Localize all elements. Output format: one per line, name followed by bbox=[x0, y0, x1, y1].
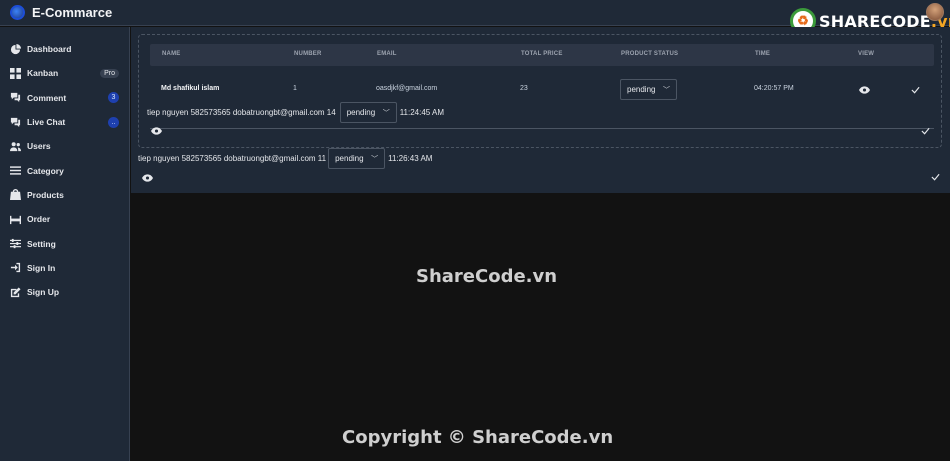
column-header-product-status: PRODUCT STATUS bbox=[621, 51, 679, 57]
table-header: NAME NUMBER EMAIL TOTAL PRICE PRODUCT ST… bbox=[150, 44, 934, 66]
eye-icon[interactable] bbox=[859, 86, 870, 94]
status-select[interactable]: pending ﹀ bbox=[339, 102, 397, 123]
row-number: 1 bbox=[293, 85, 297, 92]
users-icon bbox=[10, 141, 21, 152]
chevron-down-icon: ﹀ bbox=[663, 86, 670, 94]
count-badge: 3 bbox=[108, 92, 119, 104]
status-select[interactable]: pending ﹀ bbox=[620, 79, 677, 100]
sidebar-item-order[interactable]: Order bbox=[0, 207, 129, 231]
chevron-down-icon: ﹀ bbox=[382, 109, 390, 117]
order-info: tiep nguyen 582573565 dobatruongbt@gmail… bbox=[147, 108, 336, 117]
sidebar-item-comment[interactable]: Comment 3 bbox=[0, 86, 129, 110]
sidebar-item-label: Sign Up bbox=[27, 287, 60, 298]
column-header-total-price: TOTAL PRICE bbox=[521, 51, 563, 57]
chevron-down-icon: ﹀ bbox=[371, 155, 379, 163]
orders-panel: NAME NUMBER EMAIL TOTAL PRICE PRODUCT ST… bbox=[131, 27, 950, 193]
comment-icon bbox=[10, 92, 21, 103]
row-total-price: 23 bbox=[520, 85, 528, 92]
dashboard-icon bbox=[10, 43, 21, 55]
kanban-icon bbox=[10, 67, 21, 79]
order-info: tiep nguyen 582573565 dobatruongbt@gmail… bbox=[138, 154, 327, 163]
setting-icon bbox=[10, 238, 21, 249]
category-icon bbox=[10, 165, 21, 176]
chat-icon bbox=[10, 117, 21, 128]
column-header-time: TIME bbox=[755, 51, 771, 57]
orders-table-container: NAME NUMBER EMAIL TOTAL PRICE PRODUCT ST… bbox=[138, 34, 942, 148]
status-select-value: pending bbox=[627, 85, 656, 94]
sidebar-item-label: Comment bbox=[27, 92, 67, 103]
sidebar: Dashboard Kanban Pro Comment 3 Live Chat… bbox=[0, 27, 130, 461]
status-badge: .. bbox=[108, 116, 119, 128]
column-header-view: VIEW bbox=[858, 51, 875, 57]
avatar[interactable] bbox=[926, 3, 944, 21]
sign-in-icon bbox=[10, 262, 21, 273]
top-bar: E-Commarce ♻ SHARECODE.vn bbox=[0, 0, 950, 34]
sign-up-icon bbox=[10, 287, 21, 298]
order-time: 11:24:45 AM bbox=[399, 108, 445, 117]
sidebar-item-sign-in[interactable]: Sign In bbox=[0, 256, 129, 280]
status-select-value: pending bbox=[335, 154, 364, 163]
watermark-text: ShareCode.vn bbox=[416, 266, 558, 287]
order-icon bbox=[10, 214, 21, 225]
pro-badge: Pro bbox=[100, 68, 119, 78]
sidebar-item-kanban[interactable]: Kanban Pro bbox=[0, 61, 129, 85]
status-select-value: pending bbox=[346, 108, 376, 117]
check-icon[interactable] bbox=[911, 86, 920, 94]
sidebar-item-dashboard[interactable]: Dashboard bbox=[0, 37, 129, 61]
row-time: 04:20:57 PM bbox=[754, 85, 794, 92]
sidebar-item-label: Setting bbox=[27, 238, 56, 249]
sidebar-item-setting[interactable]: Setting bbox=[0, 231, 129, 255]
column-header-name: NAME bbox=[162, 51, 181, 57]
sidebar-item-label: Users bbox=[27, 141, 51, 152]
sidebar-item-label: Live Chat bbox=[27, 117, 66, 128]
column-header-number: NUMBER bbox=[294, 51, 322, 57]
app-title[interactable]: E-Commarce bbox=[32, 5, 112, 20]
check-icon[interactable] bbox=[931, 173, 940, 181]
brand-logo[interactable] bbox=[10, 5, 25, 20]
order-item: tiep nguyen 582573565 dobatruongbt@gmail… bbox=[138, 148, 432, 169]
check-icon[interactable] bbox=[921, 127, 930, 135]
row-divider bbox=[150, 128, 934, 129]
products-icon bbox=[10, 189, 21, 201]
eye-icon[interactable] bbox=[151, 127, 162, 135]
sidebar-item-users[interactable]: Users bbox=[0, 134, 129, 158]
sidebar-item-live-chat[interactable]: Live Chat .. bbox=[0, 110, 129, 134]
sidebar-item-sign-up[interactable]: Sign Up bbox=[0, 280, 129, 304]
order-time: 11:26:43 AM bbox=[388, 154, 433, 163]
sidebar-item-label: Sign In bbox=[27, 262, 56, 273]
row-name: Md shafikul islam bbox=[161, 85, 220, 92]
order-item: tiep nguyen 582573565 dobatruongbt@gmail… bbox=[147, 102, 444, 123]
sidebar-item-products[interactable]: Products bbox=[0, 183, 129, 207]
row-email: oasdjkf@gmail.com bbox=[376, 85, 438, 92]
sidebar-item-label: Products bbox=[27, 189, 64, 200]
status-select[interactable]: pending ﹀ bbox=[328, 148, 386, 169]
sidebar-item-category[interactable]: Category bbox=[0, 158, 129, 182]
sidebar-item-label: Order bbox=[27, 214, 51, 225]
sidebar-item-label: Category bbox=[27, 165, 64, 176]
sidebar-item-label: Dashboard bbox=[27, 44, 72, 55]
sidebar-item-label: Kanban bbox=[27, 68, 59, 79]
eye-icon[interactable] bbox=[142, 174, 153, 182]
copyright-text: Copyright © ShareCode.vn bbox=[342, 427, 614, 448]
column-header-email: EMAIL bbox=[377, 51, 397, 57]
